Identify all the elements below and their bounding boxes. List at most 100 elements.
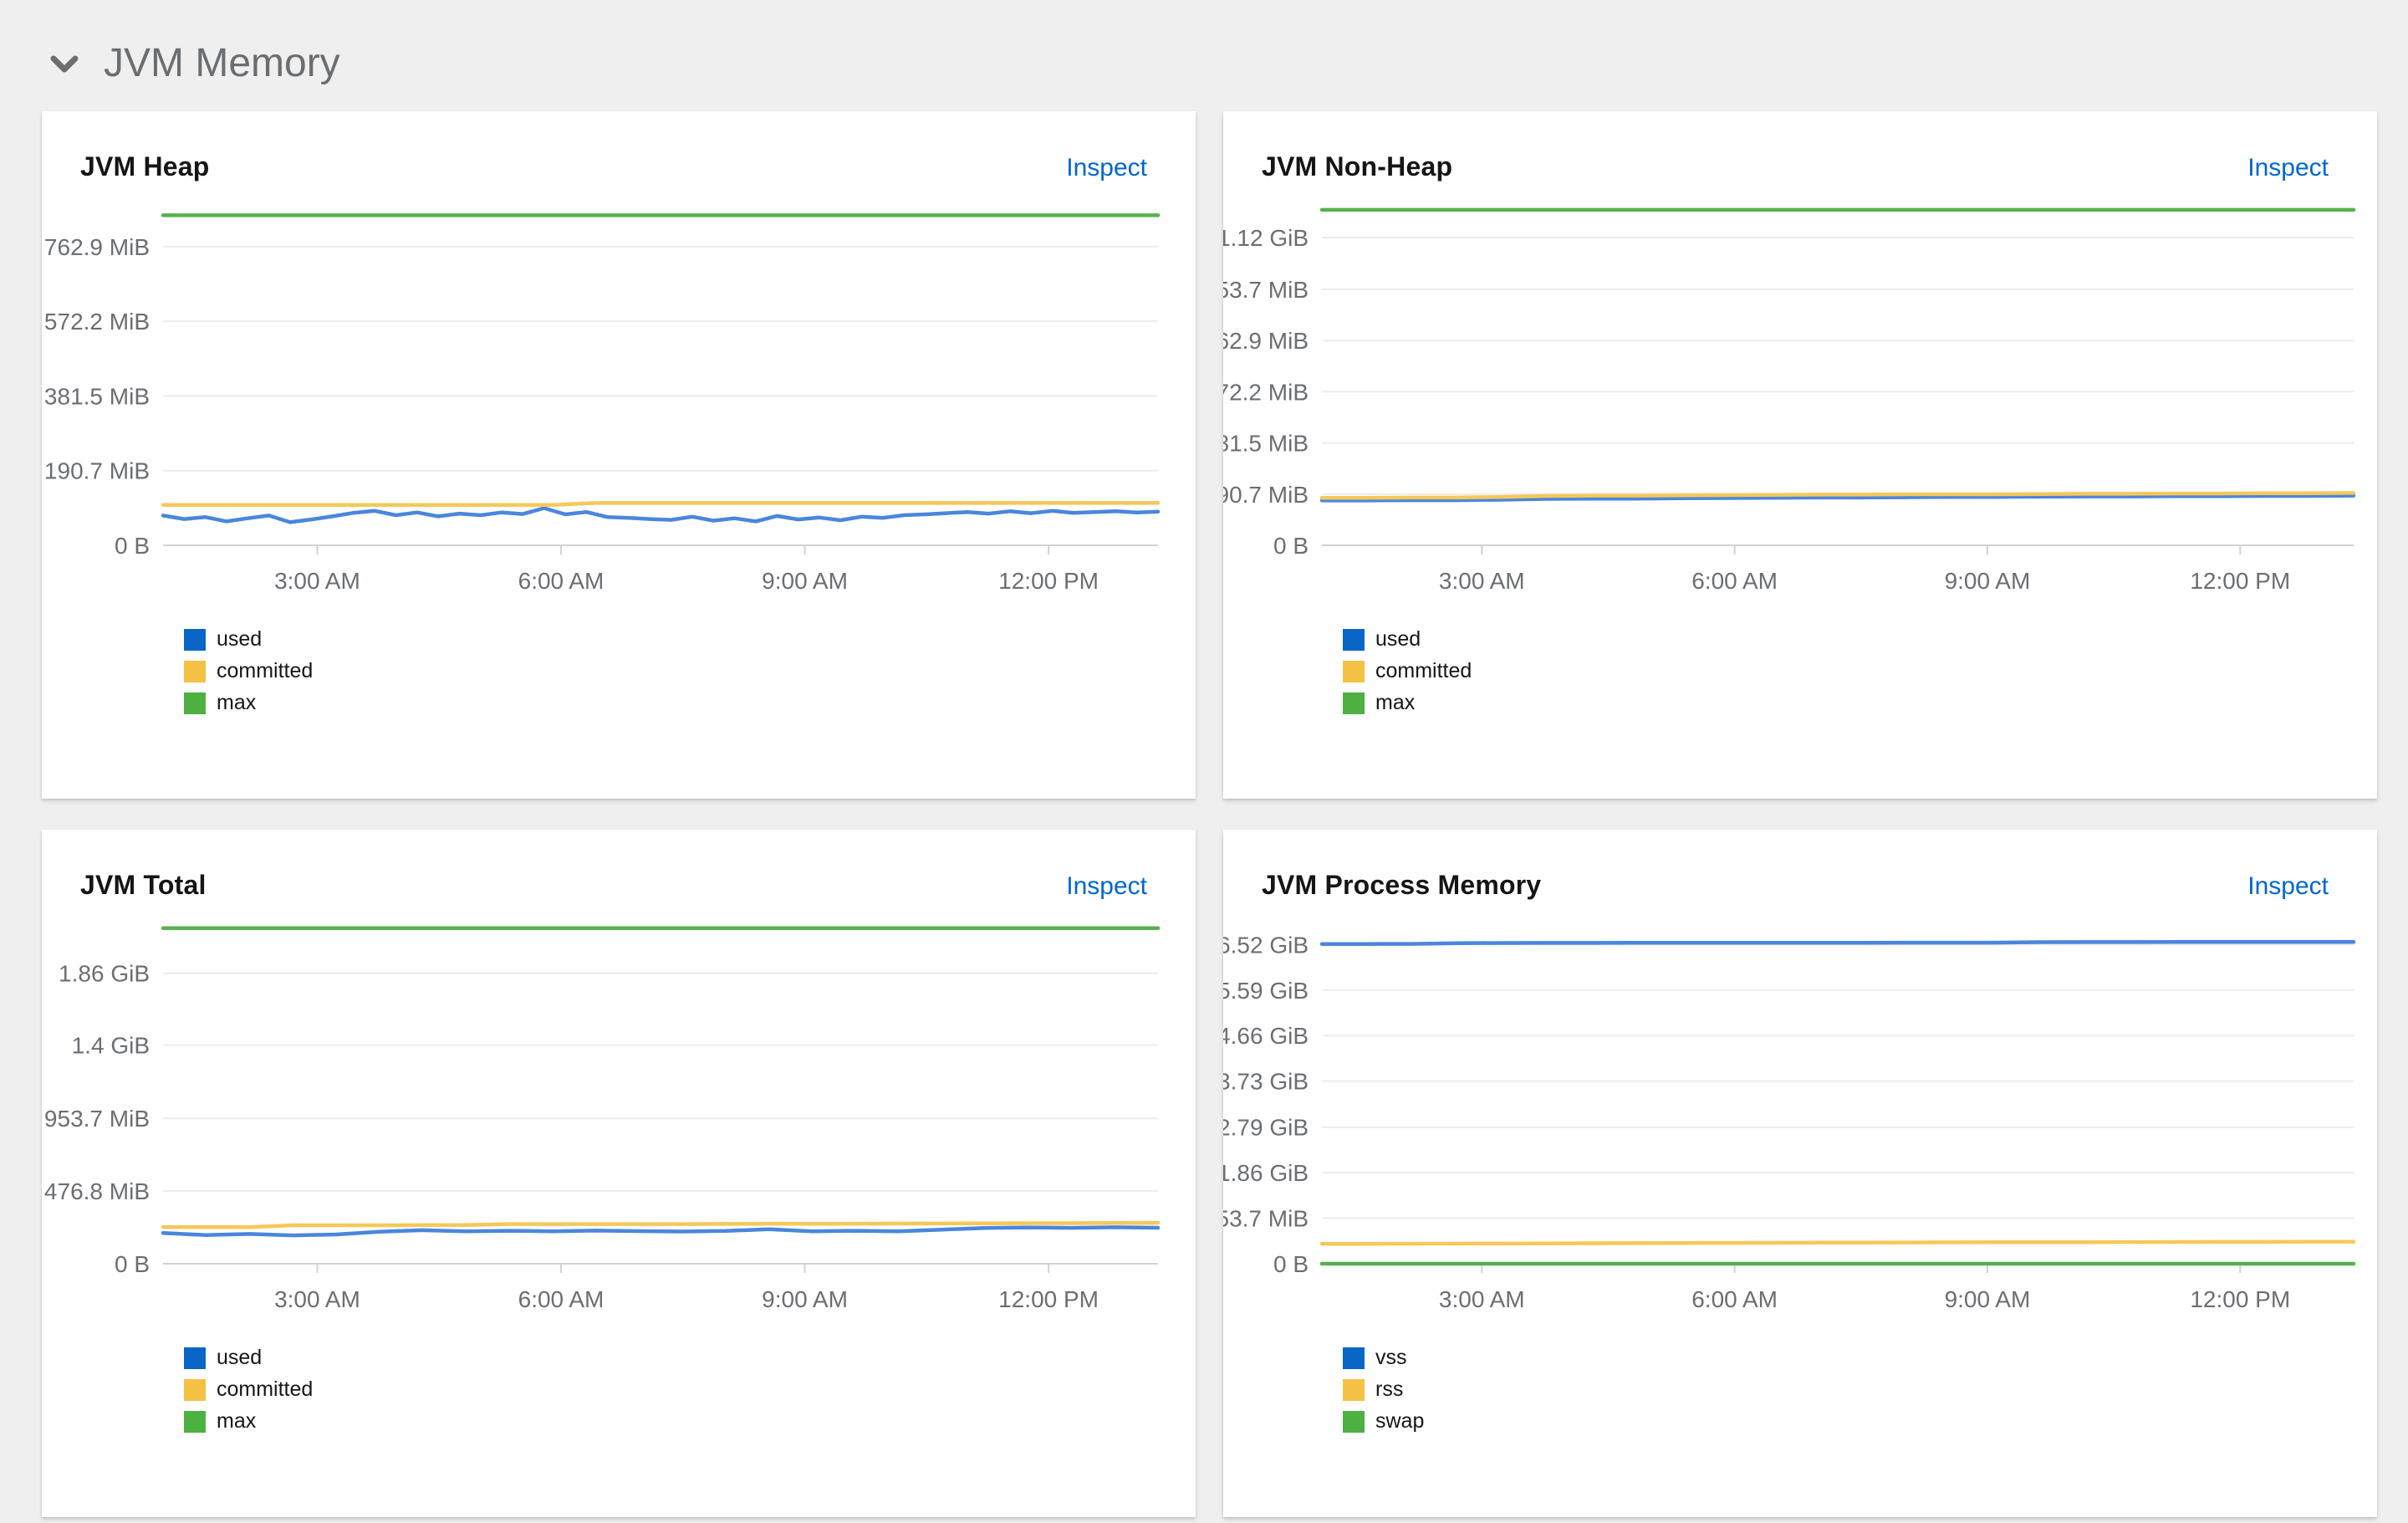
svg-text:1.12 GiB: 1.12 GiB [1223, 225, 1309, 251]
svg-text:190.7 MiB: 190.7 MiB [1223, 482, 1309, 508]
svg-text:1.4 GiB: 1.4 GiB [72, 1032, 150, 1058]
legend-label: swap [1375, 1409, 1424, 1434]
legend-color-swatch [184, 629, 206, 651]
legend-item-max: max [184, 687, 1196, 719]
svg-text:12:00 PM: 12:00 PM [2190, 1286, 2290, 1312]
legend-color-swatch [184, 1379, 206, 1401]
legend-color-swatch [1343, 1411, 1365, 1433]
svg-text:0 B: 0 B [1273, 1251, 1309, 1277]
svg-text:476.8 MiB: 476.8 MiB [44, 1178, 150, 1204]
svg-text:12:00 PM: 12:00 PM [998, 1286, 1099, 1312]
legend-item-rss: rss [1343, 1374, 2377, 1406]
jvm-total-legend: used committed max [184, 1342, 1196, 1438]
inspect-link[interactable]: Inspect [2247, 872, 2329, 901]
jvm-non-heap-legend: used committed max [1343, 624, 2377, 719]
charts-grid: JVM Heap Inspect 762.9 MiB 572.2 MiB 381.5… [42, 111, 2408, 1517]
svg-text:3.73 GiB: 3.73 GiB [1223, 1068, 1309, 1094]
section-title: JVM Memory [104, 42, 340, 86]
svg-text:572.2 MiB: 572.2 MiB [44, 309, 150, 335]
svg-text:6.52 GiB: 6.52 GiB [1223, 932, 1309, 958]
legend-item-max: max [184, 1406, 1196, 1438]
svg-text:4.66 GiB: 4.66 GiB [1223, 1023, 1309, 1049]
inspect-link[interactable]: Inspect [1066, 872, 1147, 901]
legend-color-swatch [1343, 1347, 1365, 1369]
svg-text:3:00 AM: 3:00 AM [1439, 1286, 1525, 1312]
jvm-heap-chart[interactable]: 762.9 MiB 572.2 MiB 381.5 MiB 190.7 MiB 0 B 3… [42, 187, 1196, 622]
jvm-process-memory-card: JVM Process Memory Inspect 6.52 GiB 5.59 … [1223, 830, 2377, 1517]
legend-label: committed [1375, 659, 1472, 683]
svg-text:6:00 AM: 6:00 AM [518, 568, 605, 594]
svg-text:3:00 AM: 3:00 AM [1439, 568, 1525, 594]
svg-text:9:00 AM: 9:00 AM [1945, 1286, 2031, 1312]
legend-label: max [217, 1409, 256, 1434]
legend-item-vss: vss [1343, 1342, 2377, 1374]
svg-text:6:00 AM: 6:00 AM [518, 1286, 605, 1312]
svg-text:0 B: 0 B [1273, 533, 1309, 559]
legend-color-swatch [1343, 661, 1365, 682]
legend-item-used: used [184, 1342, 1196, 1374]
card-title: JVM Process Memory [1262, 870, 1541, 901]
legend-label: used [217, 627, 262, 652]
inspect-link[interactable]: Inspect [2247, 154, 2329, 182]
jvm-heap-legend: used committed max [184, 624, 1196, 719]
svg-text:953.7 MiB: 953.7 MiB [44, 1106, 150, 1132]
svg-text:9:00 AM: 9:00 AM [762, 1286, 848, 1312]
legend-label: committed [217, 659, 313, 683]
svg-text:1.86 GiB: 1.86 GiB [59, 960, 150, 986]
svg-text:1.86 GiB: 1.86 GiB [1223, 1160, 1309, 1186]
svg-text:5.59 GiB: 5.59 GiB [1223, 978, 1309, 1004]
section-header: JVM Memory [0, 0, 2408, 86]
svg-text:6:00 AM: 6:00 AM [1691, 568, 1778, 594]
jvm-non-heap-chart[interactable]: 1.12 GiB 953.7 MiB 762.9 MiB 572.2 MiB 381.5… [1223, 187, 2377, 622]
svg-text:9:00 AM: 9:00 AM [1945, 568, 2031, 594]
legend-label: vss [1375, 1346, 1407, 1370]
legend-item-swap: swap [1343, 1406, 2377, 1438]
svg-text:0 B: 0 B [115, 533, 150, 559]
svg-text:0 B: 0 B [115, 1251, 150, 1277]
legend-color-swatch [184, 1347, 206, 1369]
card-title: JVM Non-Heap [1262, 151, 1452, 182]
svg-text:953.7 MiB: 953.7 MiB [1223, 1205, 1309, 1231]
card-title: JVM Heap [80, 151, 210, 182]
svg-text:381.5 MiB: 381.5 MiB [44, 383, 150, 409]
legend-item-committed: committed [184, 656, 1196, 687]
svg-text:6:00 AM: 6:00 AM [1691, 1286, 1778, 1312]
svg-text:3:00 AM: 3:00 AM [274, 568, 360, 594]
legend-item-committed: committed [1343, 656, 2377, 687]
legend-item-max: max [1343, 687, 2377, 719]
svg-text:9:00 AM: 9:00 AM [762, 568, 848, 594]
legend-label: committed [217, 1377, 313, 1402]
legend-label: max [1375, 691, 1415, 715]
jvm-heap-card: JVM Heap Inspect 762.9 MiB 572.2 MiB 381.5… [42, 111, 1196, 799]
svg-text:953.7 MiB: 953.7 MiB [1223, 277, 1309, 303]
jvm-non-heap-card: JVM Non-Heap Inspect 1.12 GiB 953.7 MiB 76… [1223, 111, 2377, 799]
svg-text:3:00 AM: 3:00 AM [274, 1286, 360, 1312]
inspect-link[interactable]: Inspect [1066, 154, 1147, 182]
jvm-process-memory-legend: vss rss swap [1343, 1342, 2377, 1438]
svg-text:2.79 GiB: 2.79 GiB [1223, 1114, 1309, 1140]
jvm-total-card: JVM Total Inspect 1.86 GiB 1.4 GiB 953.7 M… [42, 830, 1196, 1517]
legend-color-swatch [1343, 1379, 1365, 1401]
legend-label: used [217, 1346, 262, 1370]
legend-color-swatch [184, 1411, 206, 1433]
svg-text:12:00 PM: 12:00 PM [2190, 568, 2290, 594]
svg-text:381.5 MiB: 381.5 MiB [1223, 430, 1309, 456]
legend-color-swatch [184, 693, 206, 714]
svg-text:762.9 MiB: 762.9 MiB [1223, 328, 1309, 354]
legend-color-swatch [184, 661, 206, 682]
jvm-process-memory-chart[interactable]: 6.52 GiB 5.59 GiB 4.66 GiB 3.73 GiB 2.79 GiB… [1223, 906, 2377, 1341]
legend-label: used [1375, 627, 1421, 652]
legend-item-used: used [1343, 624, 2377, 656]
svg-text:190.7 MiB: 190.7 MiB [44, 458, 150, 484]
legend-color-swatch [1343, 629, 1365, 651]
legend-item-used: used [184, 624, 1196, 656]
svg-text:762.9 MiB: 762.9 MiB [44, 234, 150, 260]
card-title: JVM Total [80, 870, 207, 901]
legend-label: rss [1375, 1377, 1403, 1402]
svg-text:12:00 PM: 12:00 PM [998, 568, 1099, 594]
jvm-total-chart[interactable]: 1.86 GiB 1.4 GiB 953.7 MiB 476.8 MiB 0 B 3:00… [42, 906, 1196, 1341]
svg-text:572.2 MiB: 572.2 MiB [1223, 379, 1309, 405]
chevron-down-icon[interactable] [48, 52, 80, 75]
legend-label: max [217, 691, 256, 715]
legend-item-committed: committed [184, 1374, 1196, 1406]
